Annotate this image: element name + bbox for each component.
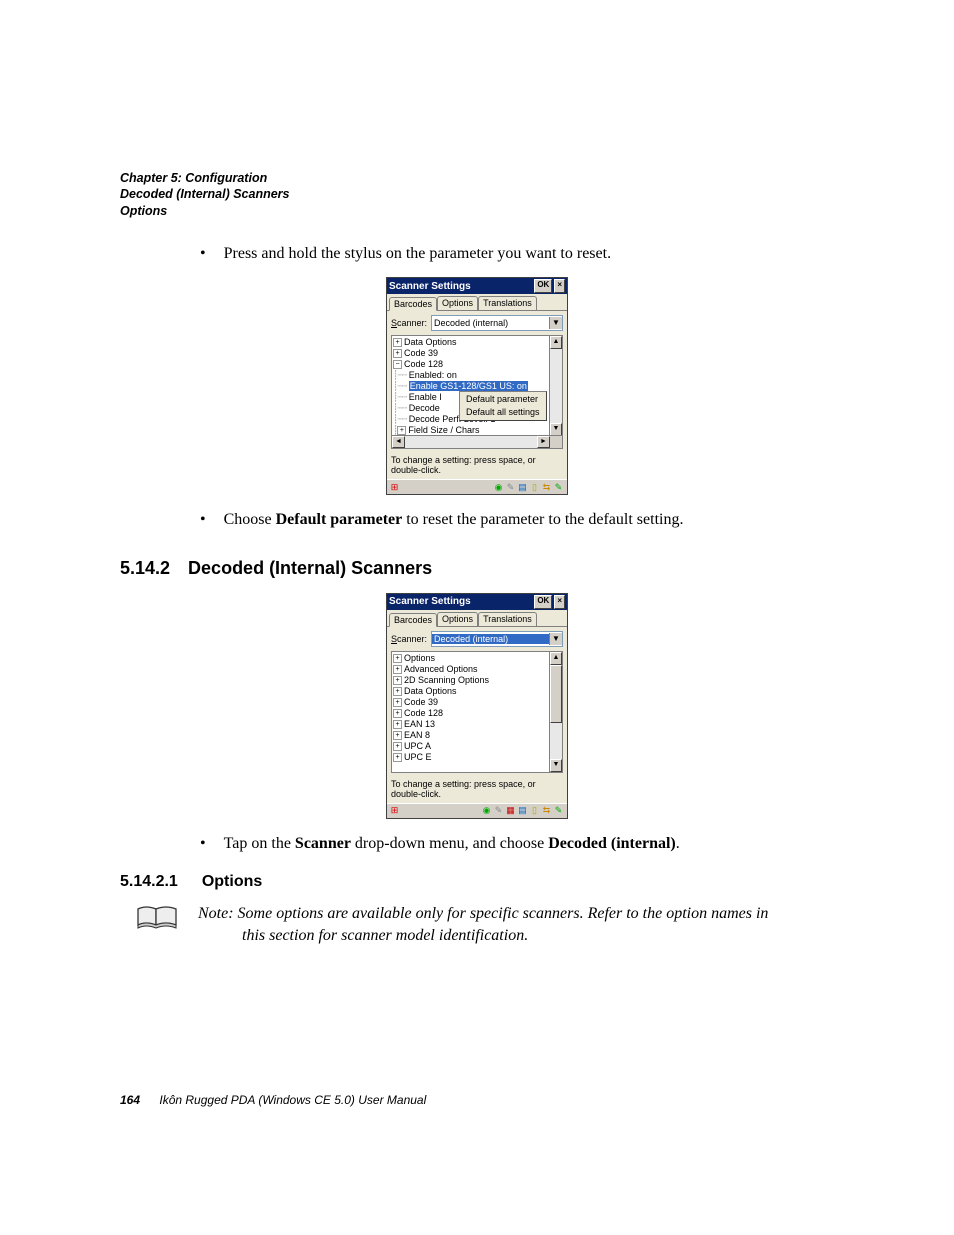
- scanner-label: Scanner:: [391, 318, 427, 328]
- titlebar[interactable]: Scanner Settings OK ×: [387, 278, 567, 294]
- tab-barcodes[interactable]: Barcodes: [389, 297, 437, 311]
- window-title: Scanner Settings: [389, 596, 532, 607]
- tray-icon-5[interactable]: ▯: [529, 805, 540, 816]
- hint-text: To change a setting: press space, or dou…: [387, 453, 567, 479]
- scanner-dropdown[interactable]: Decoded (internal) ▼: [431, 631, 563, 647]
- tray-icon-1[interactable]: ◉: [493, 482, 504, 493]
- chapter-line2: Decoded (Internal) Scanners: [120, 186, 834, 202]
- scroll-right-icon[interactable]: ►: [537, 436, 550, 448]
- context-menu: Default parameter Default all settings: [459, 391, 547, 421]
- bullet-tap-scanner: Tap on the Scanner drop-down menu, and c…: [200, 833, 834, 855]
- tray-icon-6[interactable]: ✎: [553, 482, 564, 493]
- footer-text: Ikôn Rugged PDA (Windows CE 5.0) User Ma…: [159, 1093, 426, 1107]
- book-icon: [136, 903, 178, 946]
- taskbar[interactable]: ⊞ ◉ ✎ ▦ ▤ ▯ ⇆ ✎: [387, 803, 567, 818]
- tray-icon-3[interactable]: ▤: [517, 482, 528, 493]
- tray-icon-4[interactable]: ▯: [529, 482, 540, 493]
- scroll-down-icon[interactable]: ▼: [550, 759, 562, 772]
- settings-tree[interactable]: +Options +Advanced Options +2D Scanning …: [391, 651, 563, 773]
- bullet-press-hold: Press and hold the stylus on the paramet…: [200, 243, 834, 265]
- tray-icon-2[interactable]: ✎: [505, 482, 516, 493]
- note: Note: Some options are available only fo…: [136, 903, 834, 946]
- scanner-label: Scanner:: [391, 634, 427, 644]
- bullet-icon: [200, 509, 206, 531]
- titlebar[interactable]: Scanner Settings OK ×: [387, 594, 567, 610]
- scroll-left-icon[interactable]: ◄: [392, 436, 405, 448]
- page-number: 164: [120, 1093, 140, 1107]
- tab-translations[interactable]: Translations: [478, 612, 537, 626]
- close-button[interactable]: ×: [554, 279, 565, 293]
- chevron-down-icon[interactable]: ▼: [549, 633, 562, 645]
- section-number: 5.14.2: [120, 558, 170, 579]
- subsection-heading: 5.14.2.1 Options: [120, 873, 834, 891]
- horizontal-scrollbar[interactable]: ◄ ►: [392, 435, 562, 448]
- scanner-dropdown-value: Decoded (internal): [432, 318, 549, 328]
- vertical-scrollbar[interactable]: ▲ ▼: [549, 652, 562, 772]
- taskbar[interactable]: ⊞ ◉ ✎ ▤ ▯ ⇆ ✎: [387, 479, 567, 494]
- chapter-header: Chapter 5: Configuration Decoded (Intern…: [120, 170, 834, 219]
- chevron-down-icon[interactable]: ▼: [549, 317, 562, 329]
- tab-options[interactable]: Options: [437, 612, 478, 626]
- start-icon[interactable]: ⊞: [389, 482, 400, 493]
- tab-translations[interactable]: Translations: [478, 296, 537, 310]
- section-title: Decoded (Internal) Scanners: [188, 558, 432, 579]
- ctx-default-all[interactable]: Default all settings: [460, 406, 546, 419]
- tabs: Barcodes Options Translations: [387, 610, 567, 627]
- tray-icon-4[interactable]: ▤: [517, 805, 528, 816]
- bullet-default-parameter: Choose Default parameter to reset the pa…: [200, 509, 834, 531]
- tray-icon-5[interactable]: ⇆: [541, 482, 552, 493]
- scroll-up-icon[interactable]: ▲: [550, 652, 562, 665]
- subsection-number: 5.14.2.1: [120, 873, 178, 891]
- tree-selected-item[interactable]: Enable GS1-128/GS1 US: on: [409, 381, 528, 391]
- tray-icon-3[interactable]: ▦: [505, 805, 516, 816]
- tab-options[interactable]: Options: [437, 296, 478, 310]
- bullet-icon: [200, 833, 206, 855]
- scanner-settings-window-1: Scanner Settings OK × Barcodes Options T…: [386, 277, 568, 495]
- bullet-text: Press and hold the stylus on the paramet…: [224, 243, 611, 265]
- scroll-up-icon[interactable]: ▲: [550, 336, 562, 349]
- subsection-title: Options: [202, 873, 262, 891]
- tray-icon-1[interactable]: ◉: [481, 805, 492, 816]
- note-text: Note: Some options are available only fo…: [198, 903, 768, 946]
- chapter-line1: Chapter 5: Configuration: [120, 170, 834, 186]
- vertical-scrollbar[interactable]: ▲ ▼: [549, 336, 562, 436]
- ctx-default-parameter[interactable]: Default parameter: [460, 393, 546, 406]
- window-title: Scanner Settings: [389, 281, 532, 292]
- start-icon[interactable]: ⊞: [389, 805, 400, 816]
- hint-text: To change a setting: press space, or dou…: [387, 777, 567, 803]
- scanner-dropdown-value: Decoded (internal): [432, 634, 549, 644]
- settings-tree[interactable]: +Data Options +Code 39 −Code 128 ┊┈┈ Ena…: [391, 335, 563, 449]
- ok-button[interactable]: OK: [534, 279, 552, 293]
- tray-icon-6[interactable]: ⇆: [541, 805, 552, 816]
- scanner-dropdown[interactable]: Decoded (internal) ▼: [431, 315, 563, 331]
- tray-icon-7[interactable]: ✎: [553, 805, 564, 816]
- section-heading: 5.14.2 Decoded (Internal) Scanners: [120, 558, 834, 579]
- close-button[interactable]: ×: [554, 595, 565, 609]
- tab-barcodes[interactable]: Barcodes: [389, 613, 437, 627]
- bullet-text: Tap on the Scanner drop-down menu, and c…: [224, 833, 680, 855]
- chapter-line3: Options: [120, 203, 834, 219]
- bullet-icon: [200, 243, 206, 265]
- tabs: Barcodes Options Translations: [387, 294, 567, 311]
- ok-button[interactable]: OK: [534, 595, 552, 609]
- scanner-settings-window-2: Scanner Settings OK × Barcodes Options T…: [386, 593, 568, 819]
- bullet-text: Choose Default parameter to reset the pa…: [224, 509, 684, 531]
- tray-icon-2[interactable]: ✎: [493, 805, 504, 816]
- page-footer: 164 Ikôn Rugged PDA (Windows CE 5.0) Use…: [120, 1093, 426, 1107]
